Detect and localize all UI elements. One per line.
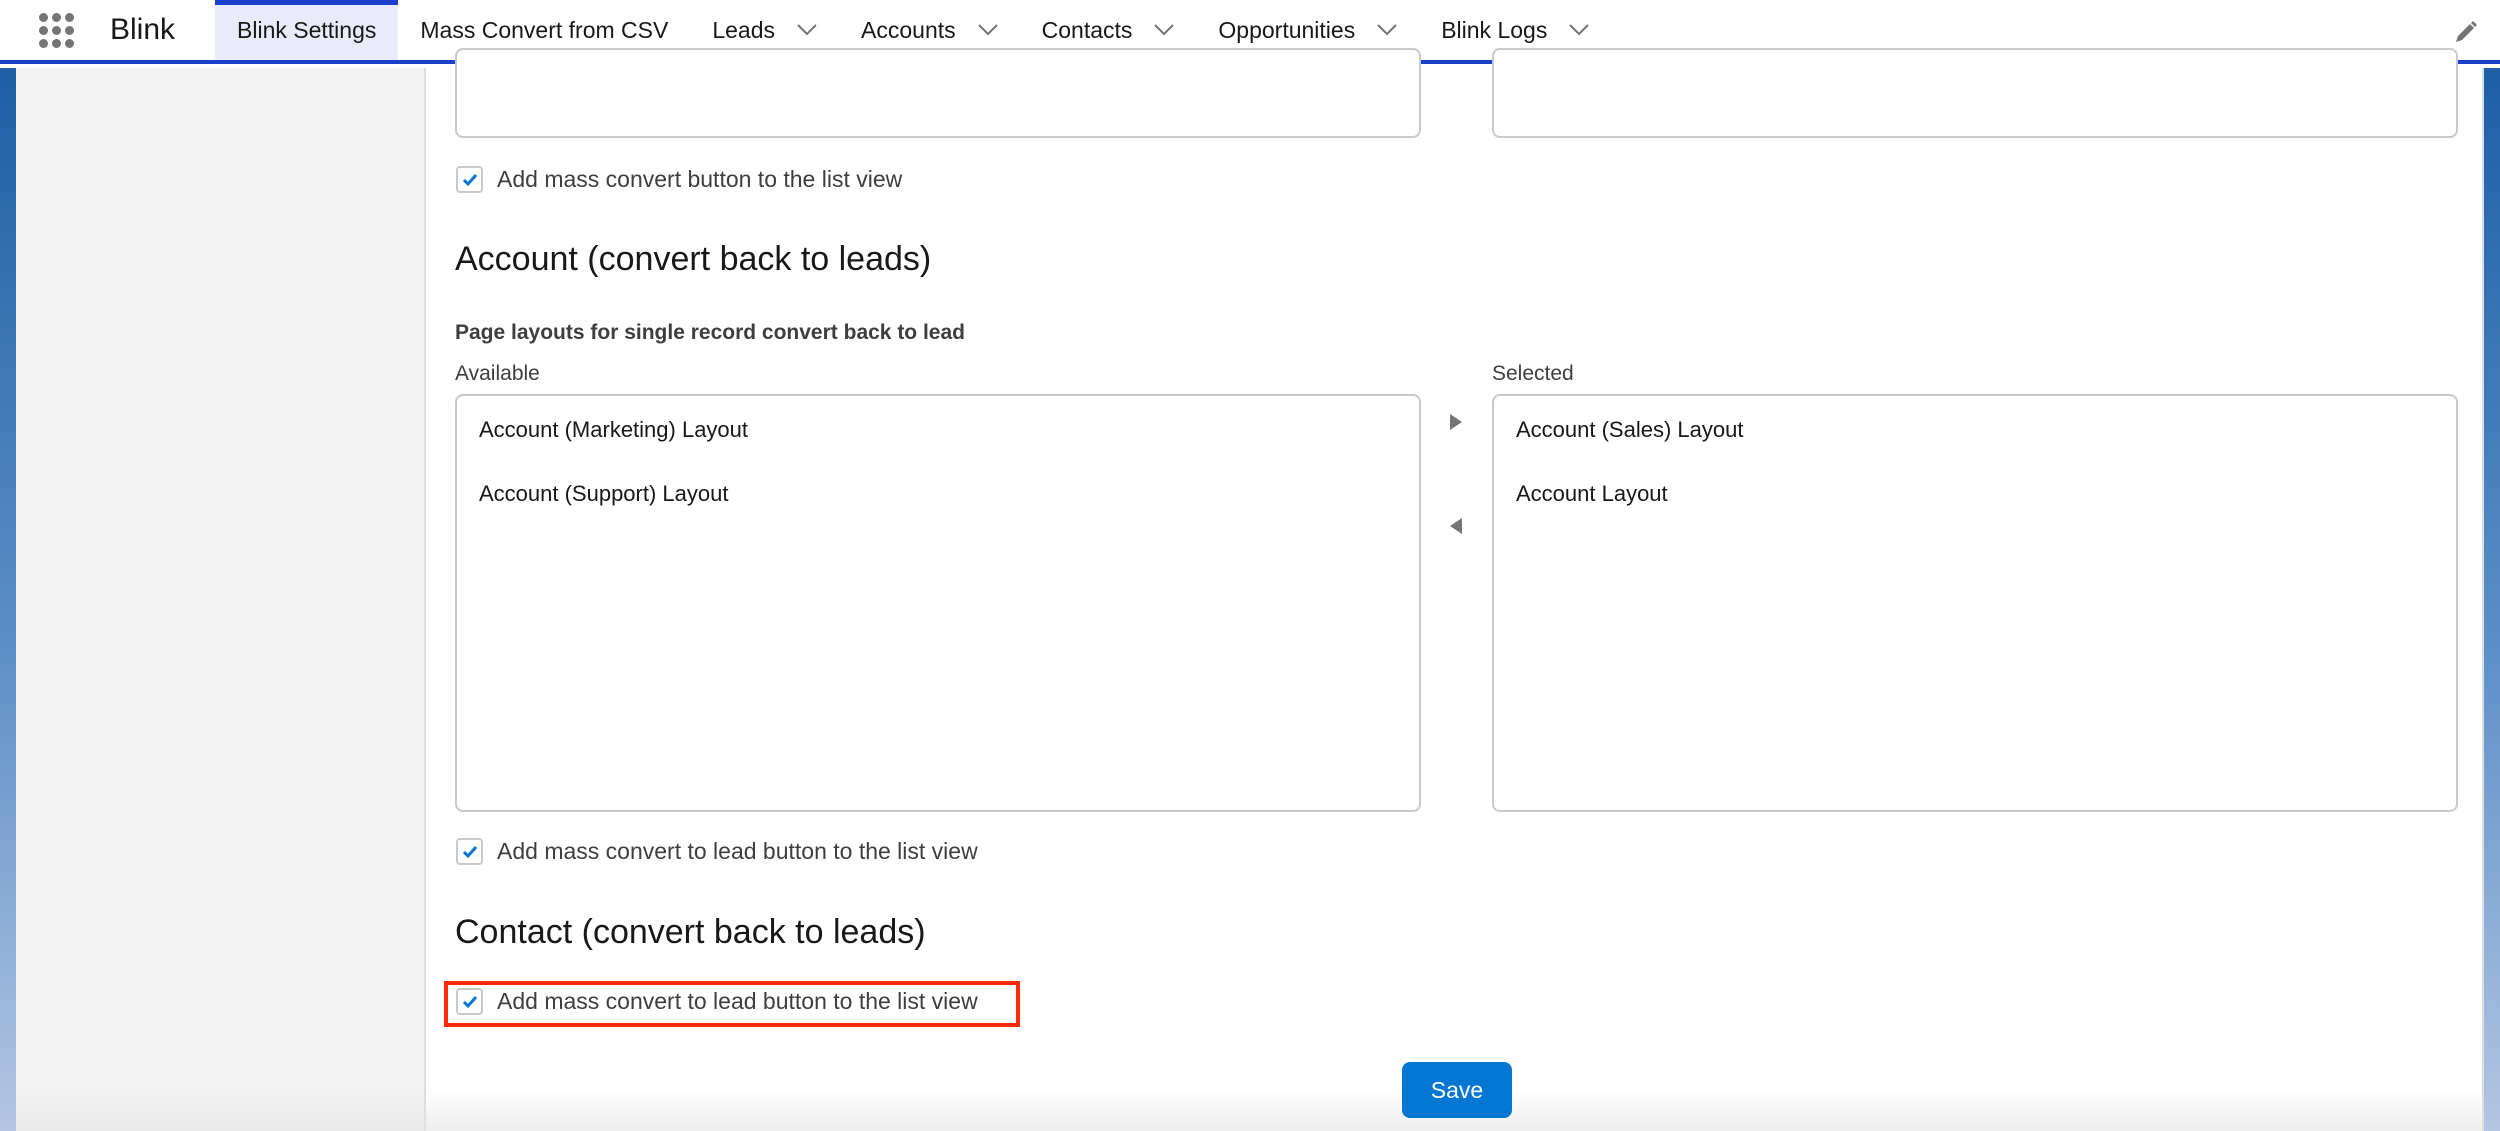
lead-mass-convert-checkbox-row[interactable]: Add mass convert button to the list view — [456, 166, 902, 193]
tab-label: Contacts — [1041, 16, 1133, 43]
triangle-left-icon — [1450, 518, 1462, 534]
tab-label: Accounts — [861, 16, 956, 43]
checkbox-label: Add mass convert button to the list view — [497, 166, 903, 192]
tab-label: Opportunities — [1218, 16, 1356, 43]
tab-blink-settings[interactable]: Blink Settings — [215, 0, 399, 60]
checkbox[interactable] — [456, 166, 483, 193]
left-sidebar-panel — [16, 68, 426, 1131]
tab-label: Blink Settings — [237, 16, 377, 43]
lead-available-listbox[interactable] — [455, 48, 1421, 138]
page-layouts-subtitle: Page layouts for single record convert b… — [455, 321, 965, 344]
contact-mass-convert-checkbox-row[interactable]: Add mass convert to lead button to the l… — [456, 988, 978, 1015]
lead-selected-listbox[interactable] — [1492, 48, 2458, 138]
checkmark-icon — [462, 995, 477, 1008]
selected-label: Selected — [1492, 362, 1574, 385]
chevron-down-icon[interactable] — [1569, 20, 1590, 40]
pencil-icon[interactable] — [2452, 20, 2478, 46]
tab-label: Blink Logs — [1441, 16, 1548, 43]
move-to-selected-button[interactable] — [1444, 410, 1468, 434]
chevron-down-icon[interactable] — [977, 20, 998, 40]
chevron-down-icon[interactable] — [1377, 20, 1397, 40]
available-label: Available — [455, 362, 540, 385]
list-option[interactable]: Account (Support) Layout — [457, 462, 1419, 526]
save-button[interactable]: Save — [1402, 1062, 1512, 1118]
settings-content-panel: Add mass convert button to the list view… — [428, 48, 2484, 1131]
background-right-edge — [2484, 68, 2500, 1131]
list-option[interactable]: Account Layout — [1494, 462, 2456, 526]
account-section-title: Account (convert back to leads) — [455, 240, 932, 278]
checkmark-icon — [462, 845, 477, 858]
checkmark-icon — [462, 173, 477, 186]
move-to-available-button[interactable] — [1444, 514, 1468, 538]
list-option[interactable]: Account (Sales) Layout — [1494, 398, 2456, 462]
checkbox-label: Add mass convert to lead button to the l… — [497, 838, 978, 864]
chevron-down-icon[interactable] — [1154, 20, 1175, 40]
account-selected-listbox[interactable]: Account (Sales) Layout Account Layout — [1492, 394, 2458, 812]
checkbox[interactable] — [456, 988, 483, 1015]
background-left-edge — [0, 68, 16, 1131]
account-available-listbox[interactable]: Account (Marketing) Layout Account (Supp… — [455, 394, 1421, 812]
app-launcher-grid-icon[interactable] — [36, 10, 76, 50]
contact-section-title: Contact (convert back to leads) — [455, 913, 926, 951]
tab-label: Mass Convert from CSV — [420, 16, 669, 43]
checkbox[interactable] — [456, 838, 483, 865]
checkbox-label: Add mass convert to lead button to the l… — [497, 988, 978, 1014]
triangle-right-icon — [1450, 414, 1462, 430]
list-option[interactable]: Account (Marketing) Layout — [457, 398, 1419, 462]
chevron-down-icon[interactable] — [797, 20, 817, 40]
app-name: Blink — [110, 13, 176, 46]
account-mass-convert-checkbox-row[interactable]: Add mass convert to lead button to the l… — [456, 838, 978, 865]
tab-label: Leads — [712, 16, 776, 43]
